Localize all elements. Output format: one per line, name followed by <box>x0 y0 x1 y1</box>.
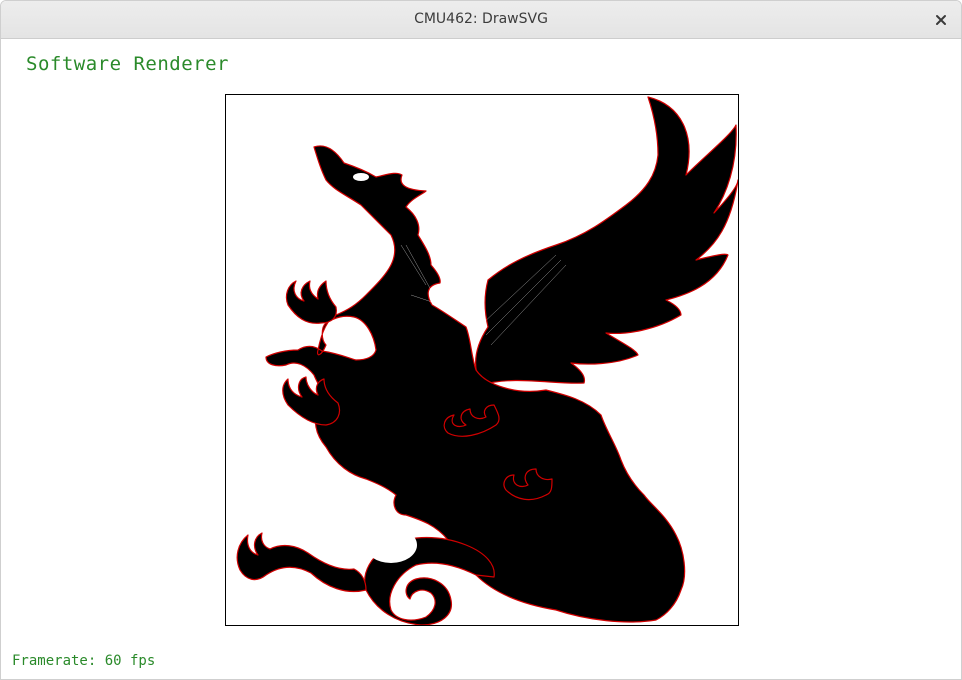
renderer-mode-label: Software Renderer <box>26 53 229 75</box>
dragon-tail-tip <box>236 532 367 593</box>
framerate-readout: Framerate: 60 fps <box>12 653 156 669</box>
dragon-claw-upper <box>285 280 337 324</box>
window-title: CMU462: DrawSVG <box>414 11 548 27</box>
svg-canvas[interactable] <box>225 94 739 626</box>
dragon-drawing <box>236 96 738 625</box>
close-button[interactable] <box>931 10 951 30</box>
app-window: CMU462: DrawSVG Software Renderer Framer… <box>0 0 962 680</box>
title-bar[interactable]: CMU462: DrawSVG <box>1 1 961 39</box>
dragon-wing <box>475 96 738 386</box>
close-icon <box>936 15 946 25</box>
